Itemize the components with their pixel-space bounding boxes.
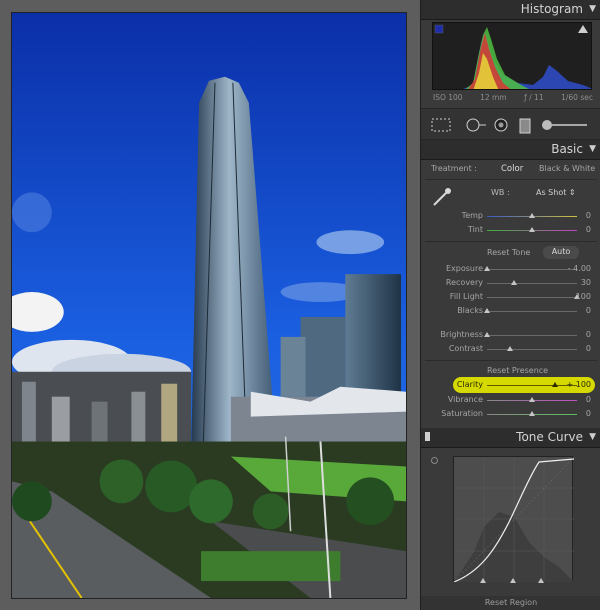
- stepper-arrows-icon: ⇕: [568, 188, 576, 197]
- exposure-label: Exposure: [445, 264, 483, 273]
- photo-preview[interactable]: [11, 12, 407, 599]
- tool-strip: [421, 108, 600, 140]
- develop-right-panel: Histogram ▼ ISO 100 12 mm ƒ / 11 1/60 se…: [420, 0, 600, 610]
- curve-split-knob-1[interactable]: [480, 578, 486, 583]
- blacks-value[interactable]: 0: [586, 306, 591, 315]
- contrast-label: Contrast: [448, 344, 483, 353]
- histogram-metadata: ISO 100 12 mm ƒ / 11 1/60 sec: [433, 93, 593, 102]
- saturation-label: Saturation: [441, 409, 483, 418]
- brightness-value[interactable]: 0: [586, 330, 591, 339]
- brightness-slider-knob[interactable]: [484, 332, 490, 337]
- crop-overlay-icon[interactable]: [431, 118, 451, 132]
- blacks-slider-track[interactable]: [487, 311, 577, 312]
- iso-value: ISO 100: [433, 93, 463, 102]
- tint-row[interactable]: Tint 0: [421, 224, 600, 237]
- red-eye-correction-icon[interactable]: [493, 118, 509, 132]
- tint-label: Tint: [467, 225, 483, 234]
- tone-curve-plot: [453, 456, 575, 583]
- saturation-value[interactable]: 0: [586, 409, 591, 418]
- auto-tone-button[interactable]: Auto: [543, 246, 579, 259]
- wb-label: WB :: [491, 188, 510, 197]
- exposure-slider-knob[interactable]: [484, 266, 490, 271]
- basic-title: Basic: [551, 142, 583, 156]
- clarity-slider-track[interactable]: [487, 385, 577, 386]
- recovery-row[interactable]: Recovery 30: [421, 277, 600, 290]
- treatment-color-button[interactable]: Color: [501, 164, 523, 174]
- graduated-filter-icon[interactable]: [519, 118, 531, 134]
- fill-light-label: Fill Light: [449, 292, 483, 301]
- tone-curve-graph[interactable]: [453, 456, 575, 583]
- clarity-row[interactable]: Clarity + 100: [421, 379, 600, 392]
- basic-header[interactable]: Basic ▼: [421, 140, 600, 160]
- recovery-label: Recovery: [445, 278, 483, 287]
- vibrance-row[interactable]: Vibrance 0: [421, 394, 600, 407]
- temp-slider-knob[interactable]: [529, 213, 535, 218]
- treatment-bw-button[interactable]: Black & White: [539, 164, 595, 173]
- fill-light-row[interactable]: Fill Light 100: [421, 291, 600, 304]
- reset-tone-button[interactable]: Reset Tone: [487, 248, 530, 257]
- temp-label: Temp: [461, 211, 483, 220]
- contrast-slider-knob[interactable]: [507, 346, 513, 351]
- white-balance-eyedropper-icon[interactable]: [431, 186, 453, 208]
- recovery-value[interactable]: 30: [581, 278, 591, 287]
- clarity-slider-knob[interactable]: [552, 382, 558, 387]
- exposure-value[interactable]: - 4.00: [568, 264, 591, 273]
- wb-select[interactable]: As Shot ⇕: [536, 188, 576, 197]
- exposure-row[interactable]: Exposure - 4.00: [421, 263, 600, 276]
- temp-value[interactable]: 0: [586, 211, 591, 220]
- treatment-label: Treatment :: [431, 164, 477, 173]
- highlight-clip-indicator[interactable]: [578, 25, 588, 33]
- aperture-value: ƒ / 11: [524, 93, 544, 102]
- contrast-row[interactable]: Contrast 0: [421, 343, 600, 356]
- shutter-speed: 1/60 sec: [561, 93, 593, 102]
- histogram-curves: [434, 24, 591, 89]
- divider: [425, 360, 597, 361]
- histogram-title: Histogram: [520, 2, 583, 16]
- divider: [425, 241, 597, 242]
- wb-value: As Shot: [536, 188, 567, 197]
- clarity-label: Clarity: [456, 380, 483, 389]
- collapse-triangle-icon[interactable]: ▼: [589, 4, 596, 14]
- saturation-slider-knob[interactable]: [529, 411, 535, 416]
- spot-removal-icon[interactable]: [463, 118, 487, 132]
- blacks-row[interactable]: Blacks 0: [421, 305, 600, 318]
- focal-length: 12 mm: [480, 93, 507, 102]
- saturation-row[interactable]: Saturation 0: [421, 408, 600, 421]
- vibrance-value[interactable]: 0: [586, 395, 591, 404]
- recovery-slider-track[interactable]: [487, 283, 577, 284]
- blacks-slider-knob[interactable]: [484, 308, 490, 313]
- vibrance-label: Vibrance: [447, 395, 483, 404]
- shadow-clip-indicator[interactable]: [434, 24, 444, 34]
- curve-split-knob-2[interactable]: [510, 578, 516, 583]
- collapse-triangle-icon[interactable]: ▼: [589, 144, 596, 154]
- tint-value[interactable]: 0: [586, 225, 591, 234]
- vibrance-slider-knob[interactable]: [529, 397, 535, 402]
- histogram-header[interactable]: Histogram ▼: [421, 0, 600, 20]
- brightness-slider-track[interactable]: [487, 335, 577, 336]
- tone-curve-title: Tone Curve: [516, 430, 583, 444]
- panel-switch-icon[interactable]: [425, 432, 430, 441]
- adjustment-brush-icon[interactable]: [541, 118, 589, 132]
- divider: [425, 179, 597, 180]
- clarity-value[interactable]: + 100: [566, 380, 591, 389]
- fill-light-value[interactable]: 100: [576, 292, 591, 301]
- curve-split-knob-3[interactable]: [538, 578, 544, 583]
- fill-light-slider-track[interactable]: [487, 297, 577, 298]
- histogram-graph[interactable]: [432, 22, 592, 90]
- collapse-triangle-icon[interactable]: ▼: [589, 432, 596, 442]
- tone-curve-header[interactable]: Tone Curve ▼: [421, 428, 600, 448]
- brightness-row[interactable]: Brightness 0: [421, 329, 600, 342]
- blacks-label: Blacks: [457, 306, 483, 315]
- target-adjustment-icon[interactable]: [431, 457, 438, 464]
- recovery-slider-knob[interactable]: [511, 280, 517, 285]
- brightness-label: Brightness: [440, 330, 483, 339]
- contrast-value[interactable]: 0: [586, 344, 591, 353]
- tint-slider-knob[interactable]: [529, 227, 535, 232]
- exposure-slider-track[interactable]: [487, 269, 577, 270]
- photo-image: [12, 13, 406, 598]
- temp-row[interactable]: Temp 0: [421, 210, 600, 223]
- reset-presence-button[interactable]: Reset Presence: [487, 366, 548, 375]
- contrast-slider-track[interactable]: [487, 349, 577, 350]
- reset-region-button[interactable]: Reset Region: [421, 596, 600, 610]
